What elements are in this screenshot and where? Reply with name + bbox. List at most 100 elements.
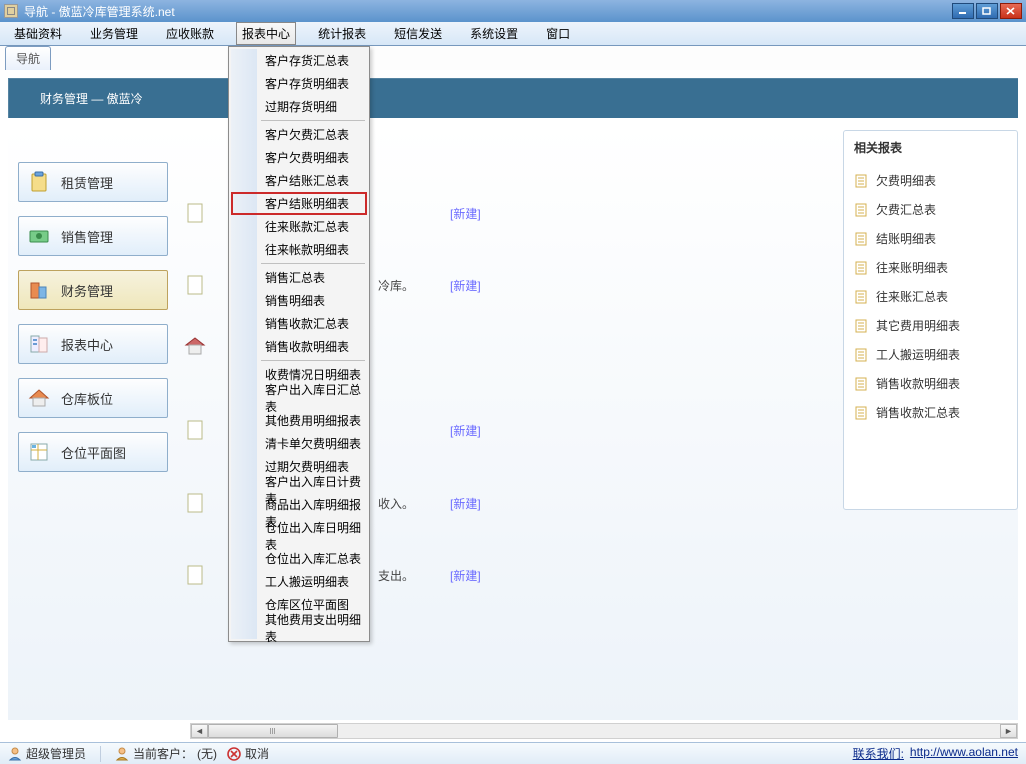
nav-label: 仓位平面图 — [61, 443, 126, 462]
related-report-item[interactable]: 结账明细表 — [854, 230, 1007, 247]
menu-sms[interactable]: 短信发送 — [388, 22, 448, 45]
dropdown-item[interactable]: 清卡单欠费明细表 — [231, 432, 367, 455]
report-center-dropdown: 客户存货汇总表客户存货明细表过期存货明细客户欠费汇总表客户欠费明细表客户结账汇总… — [228, 46, 370, 642]
current-customer-label: 当前客户： — [133, 745, 193, 762]
related-report-item[interactable]: 销售收款明细表 — [854, 375, 1007, 392]
menu-statistics[interactable]: 统计报表 — [312, 22, 372, 45]
dropdown-item[interactable]: 往来账款汇总表 — [231, 215, 367, 238]
related-report-label: 工人搬运明细表 — [876, 346, 960, 363]
horizontal-scrollbar[interactable]: ◄ ► — [190, 723, 1018, 739]
related-report-item[interactable]: 往来账汇总表 — [854, 288, 1007, 305]
menu-basic-data[interactable]: 基础资料 — [8, 22, 68, 45]
dropdown-item[interactable]: 仓位出入库汇总表 — [231, 547, 367, 570]
document-icon — [854, 174, 868, 188]
nav-warehouse-slots[interactable]: 仓库板位 — [18, 378, 168, 418]
close-button[interactable] — [1000, 3, 1022, 19]
dropdown-item[interactable]: 客户欠费明细表 — [231, 146, 367, 169]
row-text: 收入。 — [378, 495, 414, 512]
dropdown-item[interactable]: 其他费用支出明细表 — [231, 616, 367, 639]
file-icon — [182, 416, 210, 444]
dropdown-item[interactable]: 仓位出入库日明细表 — [231, 524, 367, 547]
new-link[interactable]: [新建] — [450, 495, 481, 512]
dropdown-item[interactable]: 工人搬运明细表 — [231, 570, 367, 593]
user-icon — [8, 747, 22, 761]
nav-finance-mgmt[interactable]: 财务管理 — [18, 270, 168, 310]
window-title: 导航 - 傲蓝冷库管理系统.net — [24, 3, 952, 20]
nav-rental-mgmt[interactable]: 租赁管理 — [18, 162, 168, 202]
tab-nav[interactable]: 导航 — [5, 46, 51, 70]
nav-label: 销售管理 — [61, 227, 113, 246]
status-cancel[interactable]: 取消 — [227, 745, 269, 762]
dropdown-item[interactable]: 销售汇总表 — [231, 266, 367, 289]
related-report-item[interactable]: 欠费明细表 — [854, 172, 1007, 189]
sidebar: 租赁管理 销售管理 财务管理 — [8, 126, 178, 720]
document-icon — [854, 406, 868, 420]
menu-receivables[interactable]: 应收账款 — [160, 22, 220, 45]
banner-prefix: 财务管理 ― 傲蓝冷 — [40, 90, 143, 107]
nav-report-center[interactable]: 报表中心 — [18, 324, 168, 364]
related-report-item[interactable]: 往来账明细表 — [854, 259, 1007, 276]
contact-label: 联系我们: — [853, 745, 904, 762]
document-icon — [854, 203, 868, 217]
new-link[interactable]: [新建] — [450, 277, 481, 294]
nav-label: 租赁管理 — [61, 173, 113, 192]
menu-business[interactable]: 业务管理 — [84, 22, 144, 45]
dropdown-item[interactable]: 客户结账明细表 — [231, 192, 367, 215]
related-report-label: 往来账汇总表 — [876, 288, 948, 305]
dropdown-item[interactable]: 客户欠费汇总表 — [231, 123, 367, 146]
nav-sales-mgmt[interactable]: 销售管理 — [18, 216, 168, 256]
file-icon — [182, 489, 210, 517]
related-report-item[interactable]: 销售收款汇总表 — [854, 404, 1007, 421]
related-report-label: 欠费汇总表 — [876, 201, 936, 218]
related-report-item[interactable]: 工人搬运明细表 — [854, 346, 1007, 363]
building-icon — [27, 278, 51, 302]
menu-system-settings[interactable]: 系统设置 — [464, 22, 524, 45]
scroll-track[interactable] — [208, 724, 1000, 738]
related-report-item[interactable]: 欠费汇总表 — [854, 201, 1007, 218]
status-user: 超级管理员 — [8, 745, 86, 762]
contact-link[interactable]: http://www.aolan.net — [910, 745, 1018, 762]
cancel-label: 取消 — [245, 745, 269, 762]
money-icon — [27, 224, 51, 248]
dropdown-item[interactable]: 客户存货汇总表 — [231, 49, 367, 72]
dropdown-item[interactable]: 客户结账汇总表 — [231, 169, 367, 192]
person-icon — [115, 747, 129, 761]
document-icon — [854, 348, 868, 362]
nav-floorplan[interactable]: 仓位平面图 — [18, 432, 168, 472]
row-text: 冷库。 — [378, 277, 414, 294]
related-report-label: 其它费用明细表 — [876, 317, 960, 334]
floorplan-icon — [27, 440, 51, 464]
dropdown-item[interactable]: 销售明细表 — [231, 289, 367, 312]
new-link[interactable]: [新建] — [450, 422, 481, 439]
clipboard-icon — [27, 170, 51, 194]
related-report-label: 往来账明细表 — [876, 259, 948, 276]
dropdown-item[interactable]: 销售收款明细表 — [231, 335, 367, 358]
menubar: 基础资料 业务管理 应收账款 报表中心 统计报表 短信发送 系统设置 窗口 — [0, 22, 1026, 46]
dropdown-item[interactable]: 销售收款汇总表 — [231, 312, 367, 335]
maximize-button[interactable] — [976, 3, 998, 19]
dropdown-item[interactable]: 客户存货明细表 — [231, 72, 367, 95]
related-report-label: 结账明细表 — [876, 230, 936, 247]
dropdown-separator — [261, 263, 365, 264]
scroll-thumb[interactable] — [208, 724, 338, 738]
menu-window[interactable]: 窗口 — [540, 22, 576, 45]
dropdown-item[interactable]: 往来帐款明细表 — [231, 238, 367, 261]
status-username: 超级管理员 — [26, 745, 86, 762]
row-text: 支出。 — [378, 567, 414, 584]
nav-label: 仓库板位 — [61, 389, 113, 408]
dropdown-item[interactable]: 其他费用明细报表 — [231, 409, 367, 432]
app-icon — [4, 4, 18, 18]
minimize-button[interactable] — [952, 3, 974, 19]
related-report-item[interactable]: 其它费用明细表 — [854, 317, 1007, 334]
file-icon — [182, 199, 210, 227]
related-reports-panel: 相关报表 欠费明细表欠费汇总表结账明细表往来账明细表往来账汇总表其它费用明细表工… — [843, 130, 1018, 510]
new-link[interactable]: [新建] — [450, 205, 481, 222]
scroll-left-button[interactable]: ◄ — [191, 724, 208, 738]
status-current-customer: 当前客户： (无) — [115, 745, 217, 762]
scroll-right-button[interactable]: ► — [1000, 724, 1017, 738]
dropdown-item[interactable]: 客户出入库日汇总表 — [231, 386, 367, 409]
dropdown-item[interactable]: 过期存货明细 — [231, 95, 367, 118]
statusbar: 超级管理员 当前客户： (无) 取消 联系我们: http://www.aola… — [0, 742, 1026, 764]
new-link[interactable]: [新建] — [450, 567, 481, 584]
menu-report-center[interactable]: 报表中心 — [236, 22, 296, 45]
